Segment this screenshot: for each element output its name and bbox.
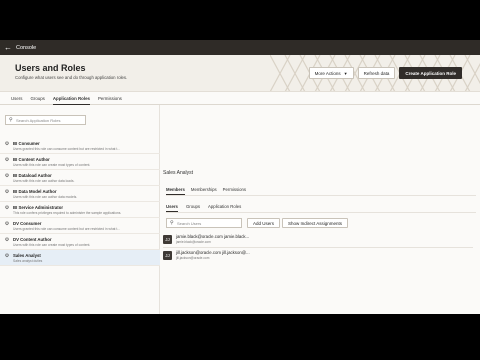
user-search-placeholder: Search Users	[177, 220, 202, 226]
role-sub-tabs: Members Memberships Permissions	[166, 184, 246, 195]
role-detail-panel: Sales Analyst Members Memberships Permis…	[160, 105, 480, 314]
list-item[interactable]: ⚙ BI Data Model Author Users with this ro…	[0, 186, 160, 202]
divider	[166, 212, 476, 213]
header-actions: More Actions ▼ Refresh data Create Appli…	[308, 67, 462, 79]
tab-groups[interactable]: Groups	[30, 92, 44, 105]
role-desc: Users with this role can author data loa…	[13, 179, 75, 183]
list-item-selected[interactable]: ⚙ Sales Analyst Sales analyst duties	[0, 250, 160, 266]
user-name: jill.jackson@oracle.com jill.jackson@...	[176, 250, 250, 255]
selected-role-title: Sales Analyst	[163, 170, 194, 176]
show-indirect-assignments-button[interactable]: Show Indirect Assignments	[282, 218, 349, 228]
list-item[interactable]: ⚙ DV Consumer Users granted this role can…	[0, 218, 160, 234]
table-row[interactable]: JJ jill.jackson@oracle.com jill.jackson@…	[163, 250, 473, 260]
role-icon: ⚙	[4, 141, 10, 147]
role-icon: ⚙	[4, 237, 10, 243]
role-desc: Users with this role can create most typ…	[13, 163, 91, 167]
tab-member-users[interactable]: Users	[166, 201, 178, 212]
role-name: BI Dataload Author	[13, 173, 52, 178]
tab-users[interactable]: Users	[11, 92, 22, 105]
list-item[interactable]: ⚙ BI Dataload Author Users with this role…	[0, 170, 160, 186]
avatar: JJ	[163, 235, 172, 244]
role-name: BI Service Administrator	[13, 205, 63, 210]
role-name: BI Consumer	[13, 141, 40, 146]
chevron-down-icon: ▼	[343, 70, 348, 76]
tab-member-groups[interactable]: Groups	[186, 201, 200, 212]
top-bar: ← Console	[0, 40, 480, 55]
tab-memberships[interactable]: Memberships	[191, 184, 217, 195]
role-icon: ⚙	[4, 173, 10, 179]
role-desc: Users with this role can create most typ…	[13, 243, 91, 247]
console-title: Console	[16, 44, 37, 51]
user-search-input[interactable]: ⚲ Search Users	[166, 218, 242, 228]
create-application-role-button[interactable]: Create Application Role	[399, 67, 462, 79]
role-name: BI Content Author	[13, 157, 50, 162]
role-icon: ⚙	[4, 157, 10, 163]
add-users-button[interactable]: Add Users	[247, 218, 281, 228]
list-item[interactable]: ⚙ BI Consumer Users granted this role can…	[0, 138, 160, 154]
role-desc: This role confers privileges required to…	[13, 211, 122, 215]
role-search-placeholder: Search Application Roles	[16, 117, 61, 123]
page-header: Users and Roles Configure what users see…	[0, 55, 480, 92]
tab-member-application-roles[interactable]: Application Roles	[208, 201, 241, 212]
more-actions-label: More Actions	[314, 70, 341, 76]
tab-application-roles[interactable]: Application Roles	[52, 92, 90, 105]
list-item[interactable]: ⚙ BI Service Administrator This role conf…	[0, 202, 160, 218]
more-actions-button[interactable]: More Actions ▼	[308, 67, 354, 79]
role-icon: ⚙	[4, 205, 10, 211]
user-email: jill.jackson@oracle.com	[176, 256, 210, 260]
tab-role-permissions[interactable]: Permissions	[223, 184, 246, 195]
refresh-data-button[interactable]: Refresh data	[357, 67, 396, 79]
role-desc: Users granted this role can consume cont…	[13, 227, 121, 231]
role-icon: ⚙	[4, 221, 10, 227]
role-name: DV Content Author	[13, 237, 52, 242]
role-desc: Sales analyst duties	[13, 259, 43, 263]
tab-members[interactable]: Members	[166, 184, 185, 195]
role-name: BI Data Model Author	[13, 189, 57, 194]
app-window: ← Console Users and Roles Configure what…	[0, 40, 480, 314]
roles-panel: ⚲ Search Application Roles ⚙ BI Consumer…	[0, 105, 160, 314]
main-tabs: Users Groups Application Roles Permissio…	[0, 92, 480, 105]
role-list: ⚙ BI Consumer Users granted this role can…	[0, 138, 160, 266]
role-name: DV Consumer	[13, 221, 42, 226]
page-title: Users and Roles	[15, 63, 86, 73]
back-arrow-icon[interactable]: ←	[4, 43, 14, 52]
table-row[interactable]: JJ jamie.black@oracle.com jamie.black...…	[163, 234, 473, 244]
role-search-input[interactable]: ⚲ Search Application Roles	[5, 115, 86, 125]
user-name: jamie.black@oracle.com jamie.black...	[176, 234, 250, 239]
avatar: JJ	[163, 251, 172, 260]
divider	[166, 195, 476, 196]
divider	[163, 247, 473, 248]
role-desc: Users with this role can author data mod…	[13, 195, 78, 199]
role-name: Sales Analyst	[13, 253, 41, 258]
list-item[interactable]: ⚙ BI Content Author Users with this role …	[0, 154, 160, 170]
tab-permissions[interactable]: Permissions	[98, 92, 122, 105]
list-item[interactable]: ⚙ DV Content Author Users with this role …	[0, 234, 160, 250]
role-desc: Users granted this role can consume cont…	[13, 147, 121, 151]
role-icon: ⚙	[4, 253, 10, 259]
search-icon: ⚲	[170, 220, 174, 226]
search-icon: ⚲	[9, 117, 13, 123]
role-icon: ⚙	[4, 189, 10, 195]
page-subtitle: Configure what users see and do through …	[15, 75, 128, 80]
user-email: jamie.black@oracle.com	[176, 240, 211, 244]
member-type-tabs: Users Groups Application Roles	[166, 201, 241, 212]
